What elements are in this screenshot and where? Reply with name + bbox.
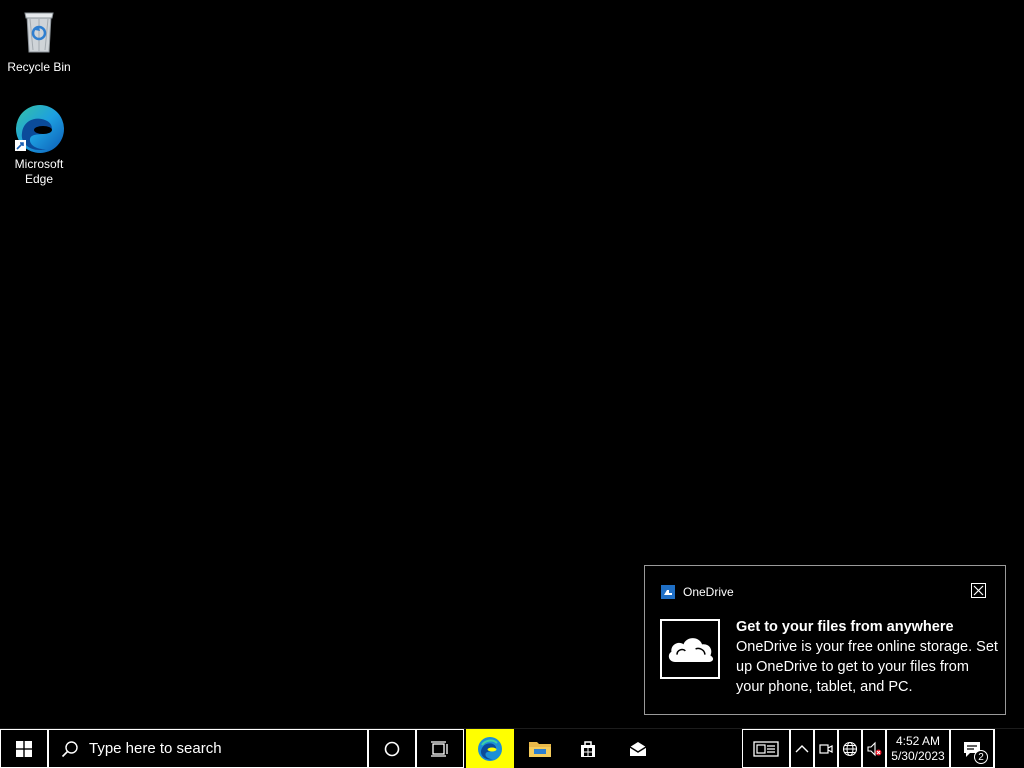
taskbar-edge-button[interactable]: [466, 729, 514, 768]
volume-button[interactable]: [862, 729, 886, 768]
toast-header: OneDrive: [661, 584, 734, 600]
desktop: Recycle Bin Microsoft Edge OneDrive Get …: [0, 0, 1024, 728]
toast-app-name: OneDrive: [683, 585, 734, 599]
clock-button[interactable]: 4:52 AM 5/30/2023: [886, 729, 950, 768]
cloud-icon: [668, 638, 714, 662]
search-placeholder: Type here to search: [89, 740, 222, 757]
search-icon: [61, 740, 78, 757]
show-hidden-icons-button[interactable]: [790, 729, 814, 768]
toast-body: Get to your files from anywhere OneDrive…: [736, 617, 998, 697]
meet-now-button[interactable]: [814, 729, 838, 768]
meet-now-icon: [819, 743, 833, 754]
news-icon: [753, 740, 779, 757]
windows-logo-icon: [16, 740, 32, 757]
task-view-icon: [431, 740, 448, 757]
close-icon: [973, 585, 984, 596]
cortana-button[interactable]: [368, 729, 416, 768]
edge-icon: [15, 105, 64, 153]
toast-message: OneDrive is your free online storage. Se…: [736, 639, 998, 695]
recycle-bin-label: Recycle Bin: [7, 60, 71, 74]
clock-time: 4:52 AM: [895, 733, 941, 748]
search-box[interactable]: Type here to search: [48, 729, 368, 768]
action-center-button[interactable]: 2: [950, 729, 994, 768]
onedrive-notification[interactable]: OneDrive Get to your files from anywhere…: [644, 565, 1006, 715]
show-desktop-button[interactable]: [994, 729, 1024, 768]
chevron-up-icon: [795, 744, 809, 752]
folder-icon: [529, 741, 551, 757]
recycle-bin-icon: [24, 12, 54, 53]
notification-count-badge: 2: [974, 750, 988, 764]
microsoft-edge-label: Microsoft Edge: [14, 157, 64, 186]
globe-network-icon: [842, 741, 858, 756]
taskbar: Type here to search 4:52 AM 5/30/2023 2: [0, 728, 1024, 768]
task-view-button[interactable]: [416, 729, 464, 768]
store-bag-icon: [581, 740, 595, 757]
onedrive-app-icon: [661, 585, 675, 599]
mail-icon: [629, 741, 647, 756]
news-and-interests-button[interactable]: [742, 729, 790, 768]
desktop-icon-microsoft-edge[interactable]: Microsoft Edge: [1, 103, 77, 187]
toast-close-button[interactable]: [971, 583, 986, 598]
network-button[interactable]: [838, 729, 862, 768]
clock-date: 5/30/2023: [891, 748, 945, 763]
taskbar-store-button[interactable]: [564, 729, 612, 768]
edge-icon: [478, 736, 502, 761]
circle-icon: [384, 741, 400, 756]
volume-muted-icon: [867, 741, 882, 756]
desktop-icon-recycle-bin[interactable]: Recycle Bin: [1, 6, 77, 75]
start-button[interactable]: [0, 729, 48, 768]
toast-hero-image: [660, 619, 720, 679]
taskbar-mail-button[interactable]: [614, 729, 662, 768]
taskbar-file-explorer-button[interactable]: [516, 729, 564, 768]
toast-title: Get to your files from anywhere: [736, 619, 954, 635]
